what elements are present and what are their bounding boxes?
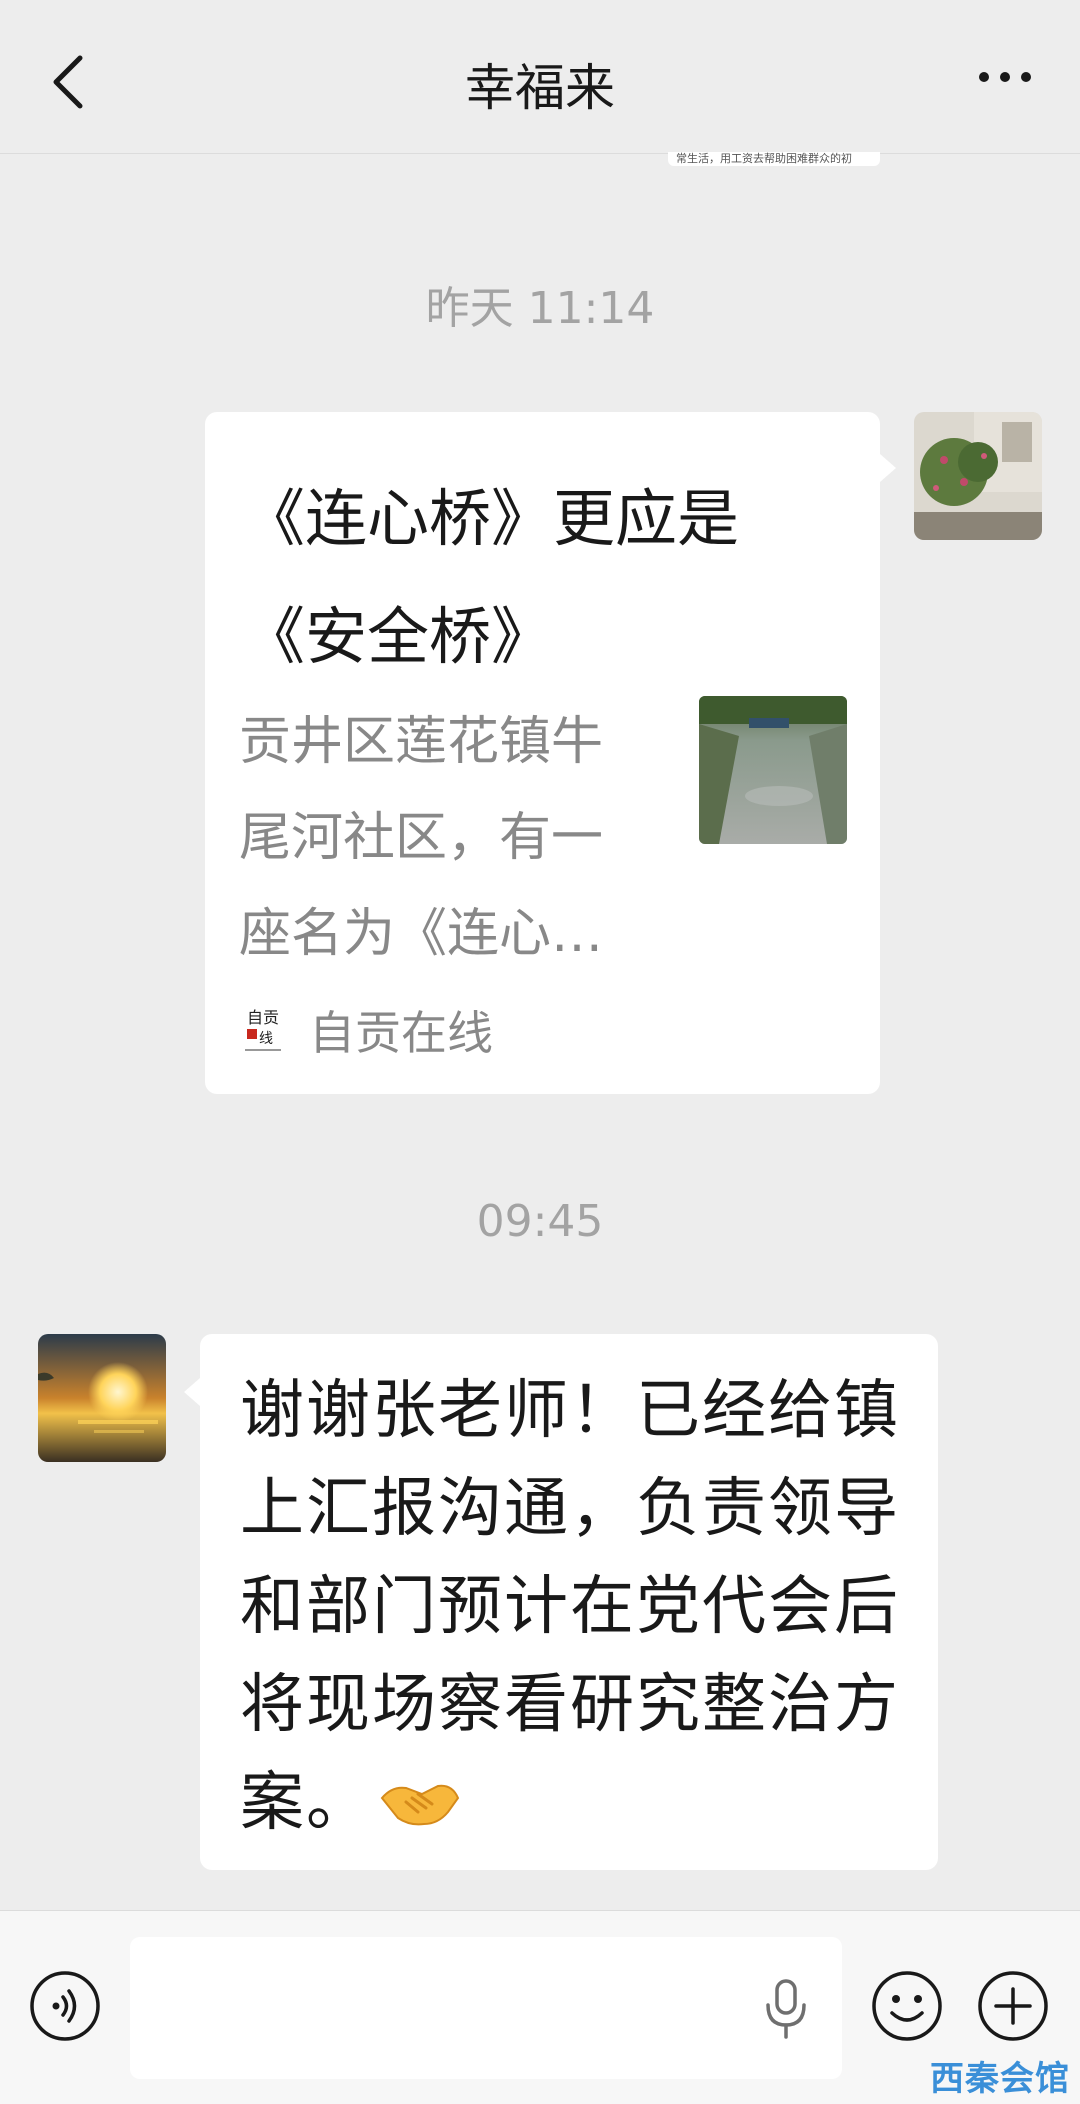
link-card-message[interactable]: 《连心桥》更应是《安全桥》 贡井区莲花镇牛尾河社区，有一座名为《连心… 自贡 线… [205, 412, 896, 1094]
link-card-title: 《连心桥》更应是《安全桥》 [243, 482, 740, 673]
microphone-icon [766, 1979, 806, 2039]
emoji-button[interactable] [870, 1969, 944, 2043]
text-message-body: 谢谢张老师！已经给镇上汇报沟通，负责领导和部门预计在党代会后将现场察看研究整治方… [240, 1374, 900, 1840]
my-avatar[interactable] [914, 412, 1042, 540]
text-message[interactable]: 谢谢张老师！已经给镇上汇报沟通，负责领导和部门预计在党代会后将现场察看研究整治方… [184, 1334, 938, 1870]
chat-title: 幸福来 [465, 59, 615, 117]
chat-header: 幸福来 [0, 0, 1080, 154]
more-dots-icon [979, 72, 1031, 82]
watermark-text: 西秦会馆 [930, 2059, 1070, 2099]
link-card-thumbnail [699, 696, 847, 844]
microphone-button[interactable] [758, 1973, 814, 2043]
more-button[interactable] [970, 52, 1040, 102]
timestamp: 昨天 11:14 [425, 283, 655, 334]
source-logo-icon: 自贡 线 [245, 1008, 281, 1051]
plus-icon [978, 1971, 1048, 2041]
voice-icon [30, 1971, 100, 2041]
link-card-source-name: 自贡在线 [309, 1006, 493, 1060]
handshake-icon [380, 1784, 460, 1826]
message-input[interactable] [130, 1937, 842, 2079]
more-actions-button[interactable] [976, 1969, 1050, 2043]
previous-message-fragment[interactable]: 常生活，用工资去帮助困难群众的初 [668, 152, 880, 166]
link-card-source: 自贡 线 自贡在线 [243, 1002, 493, 1060]
svg-text:自贡: 自贡 [247, 1008, 279, 1027]
emoji-icon [872, 1971, 942, 2041]
contact-avatar[interactable] [38, 1334, 166, 1462]
link-card-description: 贡井区莲花镇牛尾河社区，有一座名为《连心… [239, 712, 604, 964]
svg-text:线: 线 [259, 1031, 273, 1047]
timestamp: 09:45 [476, 1196, 604, 1247]
chat-input-bar: 西秦会馆 [0, 1910, 1080, 2104]
voice-toggle-button[interactable] [28, 1969, 102, 2043]
chat-screen: 幸福来 常生活，用工资去帮助困难群众的初 昨天 11:14 《连心桥》更应是《安… [0, 0, 1080, 2104]
text-message-content: 谢谢张老师！已经给镇上汇报沟通，负责领导和部门预计在党代会后将现场察看研究整治方… [240, 1362, 920, 1852]
watermark: 西秦会馆 [930, 2051, 1070, 2100]
